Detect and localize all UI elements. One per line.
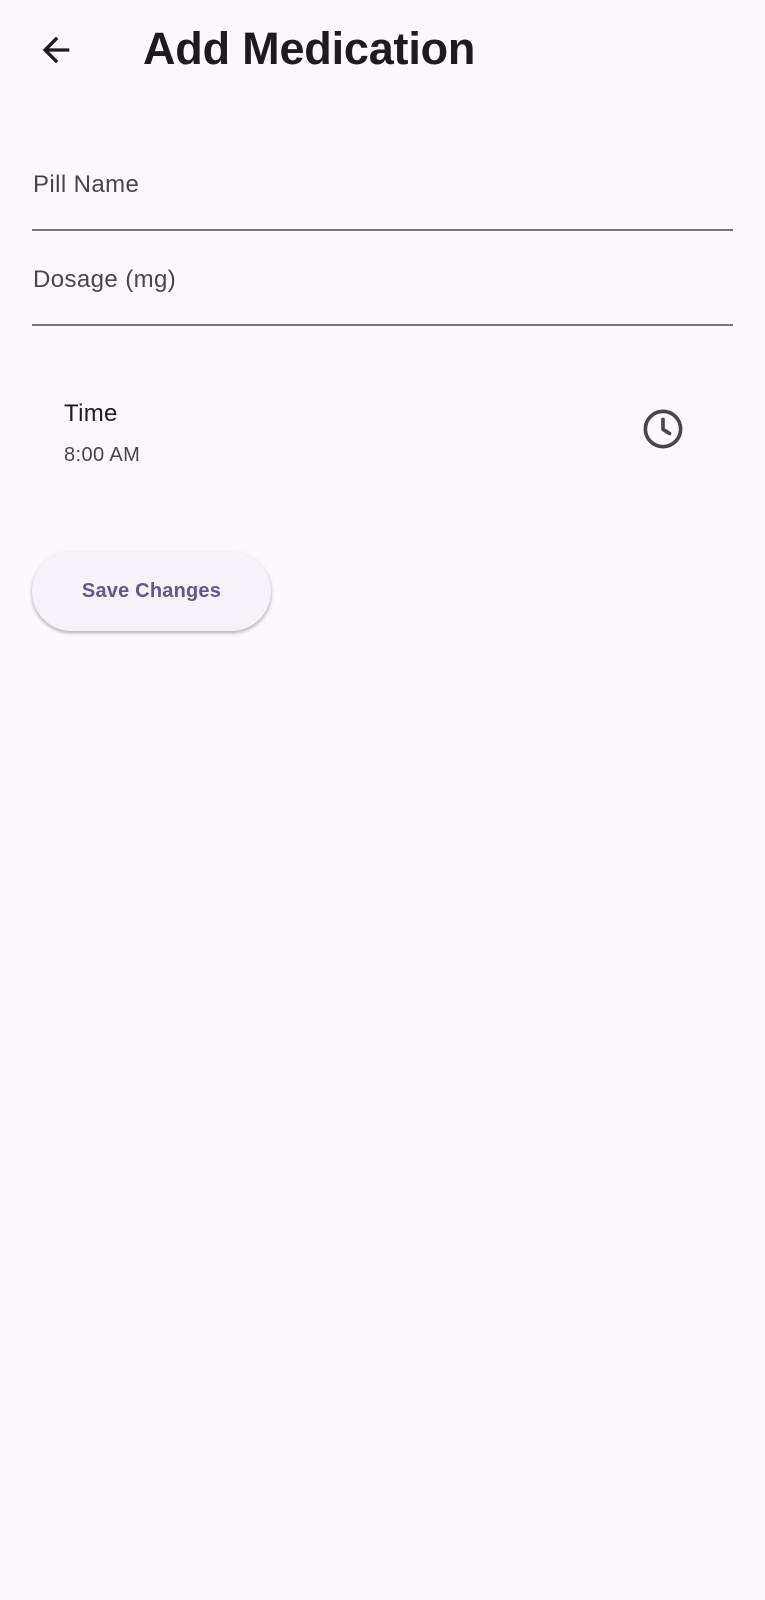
pill-name-input[interactable] xyxy=(32,195,733,225)
pill-name-underline xyxy=(32,229,733,231)
pill-name-field[interactable]: Pill Name xyxy=(32,155,733,231)
dosage-underline xyxy=(32,324,733,326)
save-changes-label: Save Changes xyxy=(81,580,222,602)
back-button[interactable] xyxy=(24,20,88,80)
page-title: Add Medication xyxy=(143,23,476,74)
app-bar: Add Medication xyxy=(0,0,765,100)
clock-icon xyxy=(640,406,686,452)
dosage-field[interactable]: Dosage (mg) xyxy=(32,250,733,326)
arrow-back-icon xyxy=(36,30,76,70)
time-picker-tile[interactable]: Time 8:00 AM xyxy=(32,380,733,488)
time-title: Time xyxy=(64,400,118,427)
time-value: 8:00 AM xyxy=(64,444,141,466)
save-changes-button[interactable]: Save Changes xyxy=(32,552,271,631)
add-medication-screen: Add Medication Pill Name Dosage (mg) Tim… xyxy=(0,0,765,1600)
dosage-input[interactable] xyxy=(32,290,733,320)
